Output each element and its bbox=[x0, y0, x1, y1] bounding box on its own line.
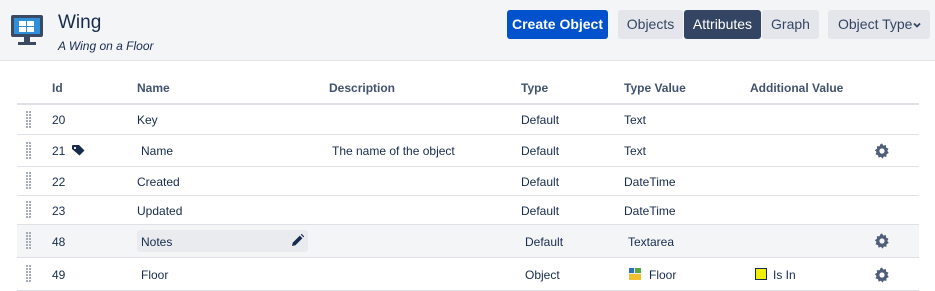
row-type-value[interactable]: Textarea bbox=[628, 235, 674, 249]
header-type: Type bbox=[521, 81, 549, 95]
drag-handle-icon[interactable] bbox=[26, 111, 33, 129]
table-row[interactable]: 21 Name The name of the object Default T… bbox=[17, 135, 919, 167]
gear-icon[interactable] bbox=[874, 143, 890, 159]
row-id: 22 bbox=[52, 175, 66, 189]
row-description[interactable]: The name of the object bbox=[332, 144, 455, 158]
row-name[interactable]: Floor bbox=[141, 268, 168, 282]
object-header: Wing A Wing on a Floor Create Object Obj… bbox=[0, 0, 935, 61]
tag-icon bbox=[72, 145, 85, 156]
drag-handle-icon[interactable] bbox=[26, 265, 33, 283]
page-title: Wing bbox=[58, 12, 102, 33]
row-id: 23 bbox=[52, 204, 66, 218]
drag-handle-icon[interactable] bbox=[26, 142, 33, 160]
pencil-icon[interactable] bbox=[291, 234, 304, 247]
row-name[interactable]: Created bbox=[137, 175, 180, 189]
gear-icon[interactable] bbox=[874, 233, 890, 249]
row-id: 49 bbox=[52, 268, 66, 282]
row-type[interactable]: Default bbox=[521, 113, 559, 127]
row-name[interactable]: Name bbox=[141, 144, 173, 158]
create-object-button[interactable]: Create Object bbox=[507, 10, 608, 39]
row-type-value[interactable]: DateTime bbox=[624, 204, 676, 218]
drag-handle-icon[interactable] bbox=[26, 172, 33, 190]
tab-graph[interactable]: Graph bbox=[762, 10, 819, 39]
row-type-value[interactable]: Text bbox=[624, 144, 646, 158]
table-header: Id Name Description Type Type Value Addi… bbox=[17, 72, 919, 105]
chevron-down-icon bbox=[913, 22, 921, 28]
row-type[interactable]: Default bbox=[521, 175, 559, 189]
table-row[interactable]: 20 Key Default Text bbox=[17, 105, 919, 135]
row-type[interactable]: Default bbox=[521, 204, 559, 218]
row-id: 48 bbox=[52, 235, 66, 249]
row-type-value[interactable]: Text bbox=[624, 113, 646, 127]
row-id: 20 bbox=[52, 113, 66, 127]
row-id: 21 bbox=[52, 144, 66, 158]
drag-handle-icon[interactable] bbox=[26, 201, 33, 219]
gear-icon[interactable] bbox=[874, 267, 890, 283]
color-swatch bbox=[755, 268, 767, 280]
row-type[interactable]: Default bbox=[525, 235, 563, 249]
table-row[interactable]: 49 Floor Object Floor Is In bbox=[17, 258, 919, 291]
row-additional-value[interactable]: Is In bbox=[773, 268, 796, 282]
row-type[interactable]: Default bbox=[521, 144, 559, 158]
tab-objects[interactable]: Objects bbox=[618, 10, 683, 39]
table-row[interactable]: 48 Notes Default Textarea bbox=[17, 225, 919, 258]
header-description: Description bbox=[329, 81, 396, 95]
row-name[interactable]: Notes bbox=[141, 235, 172, 249]
row-name[interactable]: Updated bbox=[137, 204, 182, 218]
floor-plan-icon bbox=[629, 268, 641, 280]
page-subtitle: A Wing on a Floor bbox=[58, 39, 154, 53]
object-type-label: Object Type bbox=[838, 16, 913, 32]
row-type-value[interactable]: DateTime bbox=[624, 175, 676, 189]
header-id: Id bbox=[52, 81, 63, 95]
table-row[interactable]: 23 Updated Default DateTime bbox=[17, 196, 919, 225]
row-name[interactable]: Key bbox=[137, 113, 158, 127]
monitor-icon bbox=[11, 15, 43, 45]
header-name: Name bbox=[137, 81, 170, 95]
table-row[interactable]: 22 Created Default DateTime bbox=[17, 167, 919, 196]
header-type-value: Type Value bbox=[624, 81, 686, 95]
drag-handle-icon[interactable] bbox=[26, 232, 33, 250]
tab-attributes[interactable]: Attributes bbox=[684, 10, 761, 39]
object-type-dropdown[interactable]: Object Type bbox=[828, 10, 930, 39]
header-additional-value: Additional Value bbox=[750, 81, 844, 95]
row-type-value[interactable]: Floor bbox=[649, 268, 676, 282]
row-type[interactable]: Object bbox=[525, 268, 560, 282]
